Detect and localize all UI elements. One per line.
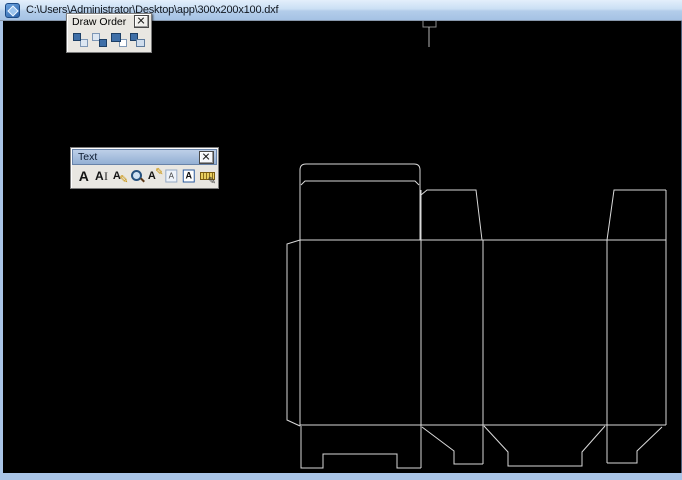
scale-text-button[interactable]: A (181, 168, 197, 184)
window-title: C:\Users\Administrator\Desktop\app\300x2… (26, 4, 278, 16)
justify-text-button[interactable]: ✎ (199, 168, 215, 184)
toolbar-draw-order-caption[interactable]: Draw Order (67, 14, 151, 29)
single-line-text-button[interactable]: AI (94, 168, 110, 184)
toolbar-draw-order-close-icon[interactable] (134, 15, 149, 28)
edit-text-button[interactable]: A✎ (111, 168, 127, 184)
toolbar-text-title: Text (78, 151, 199, 163)
toolbar-draw-order-title: Draw Order (72, 16, 134, 28)
spell-check-button[interactable]: A✎ (146, 168, 162, 184)
send-to-back-button[interactable] (91, 32, 108, 48)
app-icon[interactable] (5, 3, 20, 18)
window-frame-left (0, 21, 3, 473)
find-replace-button[interactable] (129, 168, 145, 184)
drawing-canvas[interactable] (3, 21, 681, 473)
app-icon-glyph (7, 5, 18, 16)
text-style-button[interactable]: A (164, 168, 180, 184)
window-frame-bottom (0, 473, 682, 480)
toolbar-text-buttons: AAIA✎A✎AA✎ (71, 165, 218, 188)
toolbar-draw-order-buttons (67, 29, 151, 52)
bring-above-objects-button[interactable] (110, 32, 127, 48)
toolbar-text-close-icon[interactable] (199, 151, 214, 164)
bring-to-front-button[interactable] (72, 32, 89, 48)
app-window: C:\Users\Administrator\Desktop\app\300x2… (0, 0, 682, 480)
send-under-objects-button[interactable] (129, 32, 146, 48)
toolbar-text-caption[interactable]: Text (72, 149, 217, 165)
toolbar-draw-order: Draw Order (66, 13, 152, 53)
toolbar-text: Text AAIA✎A✎AA✎ (70, 147, 219, 189)
multiline-text-button[interactable]: A (76, 168, 92, 184)
